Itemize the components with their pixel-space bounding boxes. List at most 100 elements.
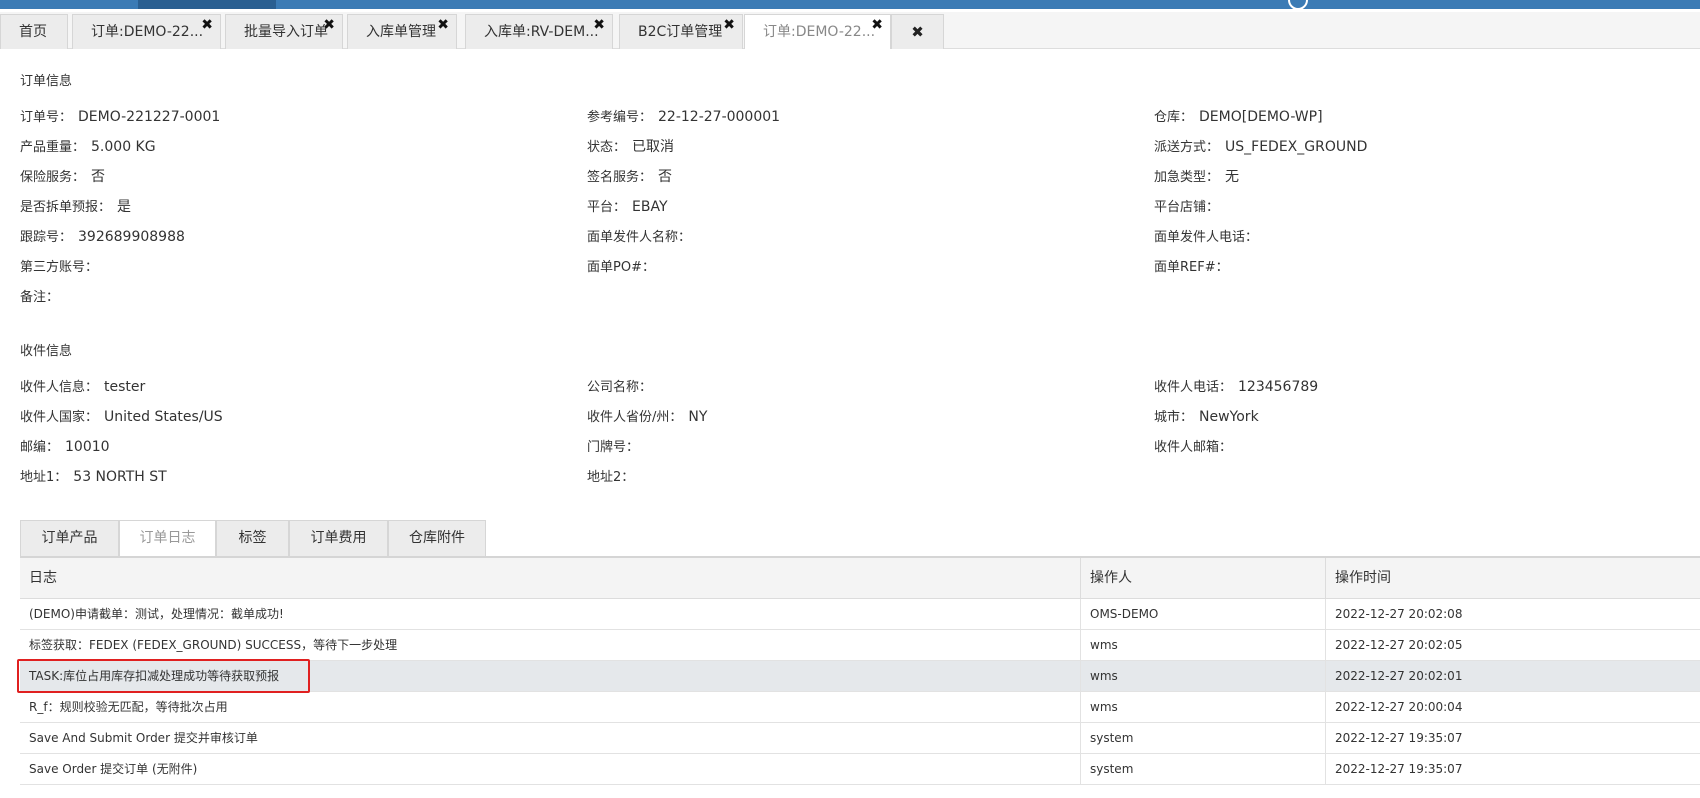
field-label-ref: 面单REF#： [1154, 256, 1235, 275]
field-label: 收件人省份/州： [587, 410, 683, 425]
tab-close-icon[interactable]: ✖ [437, 8, 449, 42]
column-header-log[interactable]: 日志 [20, 558, 1081, 599]
field-value: NewYork [1199, 409, 1259, 425]
field-label: 保险服务： [20, 170, 86, 185]
field-label: 收件人电话： [1154, 380, 1233, 395]
field-label: 城市： [1154, 410, 1194, 425]
field-platform-store: 平台店铺： [1154, 196, 1225, 215]
field-value: 否 [658, 169, 673, 185]
time-cell: 2022-12-27 20:00:04 [1335, 700, 1463, 714]
operator-cell: system [1081, 723, 1326, 754]
field-label: 收件人信息： [20, 380, 99, 395]
subtab-warehouse-attachments[interactable]: 仓库附件 [388, 520, 486, 556]
field-insurance-service: 保险服务： 否 [20, 166, 105, 186]
tab-inbound-rv-demo[interactable]: 入库单:RV-DEM... ✖ [465, 14, 613, 49]
subtab-labels[interactable]: 标签 [216, 520, 289, 556]
log-cell: Save And Submit Order 提交并审核订单 [20, 723, 1081, 754]
subtab-order-log[interactable]: 订单日志 [119, 520, 216, 556]
field-platform: 平台： EBAY [587, 196, 668, 215]
field-third-party-account: 第三方账号： [20, 256, 104, 275]
tab-label: 入库单管理 [366, 24, 436, 40]
field-value: NY [688, 409, 708, 425]
field-receiver-country: 收件人国家： United States/US [20, 406, 223, 425]
subtab-order-fees[interactable]: 订单费用 [289, 520, 388, 556]
user-avatar-icon[interactable] [1288, 0, 1308, 10]
field-product-weight: 产品重量： 5.000 KG [20, 136, 156, 155]
subtab-order-products[interactable]: 订单产品 [20, 520, 119, 556]
tab-inbound-management[interactable]: 入库单管理 ✖ [347, 14, 457, 49]
field-label-sender-name: 面单发件人名称： [587, 226, 697, 245]
field-label: 签名服务： [587, 170, 653, 185]
tab-order-demo-active[interactable]: 订单:DEMO-22... ✖ [744, 14, 891, 49]
field-value: 22-12-27-000001 [658, 109, 781, 125]
order-info-title: 订单信息 [20, 74, 73, 89]
field-value: 10010 [65, 439, 110, 455]
field-label: 面单REF#： [1154, 260, 1229, 275]
field-value: United States/US [104, 409, 223, 425]
field-value: EBAY [632, 199, 668, 215]
field-reference-number: 参考编号： 22-12-27-000001 [587, 106, 780, 125]
field-label: 产品重量： [20, 140, 86, 155]
tab-close-icon[interactable]: ✖ [201, 8, 213, 42]
table-row[interactable]: Save And Submit Order 提交并审核订单 system 202… [20, 723, 1700, 754]
field-value: 53 NORTH ST [73, 469, 167, 485]
tab-close-icon[interactable]: ✖ [871, 8, 883, 42]
tab-order-demo[interactable]: 订单:DEMO-22... ✖ [72, 14, 221, 49]
field-status: 状态： 已取消 [587, 136, 674, 156]
field-label: 派送方式： [1154, 140, 1220, 155]
field-label: 地址1： [20, 470, 68, 485]
table-row[interactable]: 标签获取：FEDEX (FEDEX_GROUND) SUCCESS，等待下一步处… [20, 630, 1700, 661]
field-value: 是 [117, 199, 132, 215]
field-signature-service: 签名服务： 否 [587, 166, 672, 186]
field-postal-code: 邮编： 10010 [20, 436, 110, 455]
field-label: 是否拆单预报： [20, 200, 112, 215]
table-row[interactable]: R_f：规则校验无匹配，等待批次占用 wms 2022-12-27 20:00:… [20, 692, 1700, 723]
tab-label: 订单:DEMO-22... [91, 24, 204, 40]
field-label-po: 面单PO#： [587, 256, 661, 275]
field-label: 状态： [587, 140, 627, 155]
table-row[interactable]: (DEMO)申请截单：测试，处理情况：截单成功! OMS-DEMO 2022-1… [20, 599, 1700, 630]
close-all-tabs-icon[interactable]: ✖ [891, 14, 944, 49]
field-label: 订单号： [20, 110, 73, 125]
field-label: 面单发件人名称： [587, 230, 692, 245]
log-cell: (DEMO)申请截单：测试，处理情况：截单成功! [20, 599, 1081, 630]
table-row-selected[interactable]: TASK:库位占用库存扣减处理成功等待获取预报 wms 2022-12-27 2… [20, 661, 1700, 692]
field-receiver-phone: 收件人电话： 123456789 [1154, 376, 1318, 395]
operator-cell: wms [1081, 630, 1326, 661]
tab-label: 首页 [19, 24, 47, 40]
field-label: 邮编： [20, 440, 60, 455]
field-company-name: 公司名称： [587, 376, 658, 395]
tab-label: 批量导入订单 [244, 24, 328, 40]
field-receiver-state: 收件人省份/州： NY [587, 406, 707, 425]
field-label: 门牌号： [587, 440, 640, 455]
field-split-forecast: 是否拆单预报： 是 [20, 196, 131, 216]
field-label: 第三方账号： [20, 260, 99, 275]
field-label: 仓库： [1154, 110, 1194, 125]
tab-b2c-order-management[interactable]: B2C订单管理 ✖ [619, 14, 743, 49]
tab-label: 入库单:RV-DEM... [484, 24, 599, 40]
field-order-number: 订单号： DEMO-221227-0001 [20, 106, 220, 125]
field-value: 已取消 [632, 139, 675, 155]
field-remarks: 备注： [20, 286, 65, 305]
field-rush-type: 加急类型： 无 [1154, 166, 1239, 186]
tab-close-icon[interactable]: ✖ [723, 8, 735, 42]
column-header-operator[interactable]: 操作人 [1081, 558, 1326, 599]
time-cell: 2022-12-27 19:35:07 [1335, 731, 1463, 745]
field-shipping-method: 派送方式： US_FEDEX_GROUND [1154, 136, 1367, 155]
field-value: 否 [91, 169, 106, 185]
field-label: 平台： [587, 200, 627, 215]
field-value: US_FEDEX_GROUND [1225, 139, 1368, 155]
page-tab-strip: 首页 订单:DEMO-22... ✖ 批量导入订单 ✖ 入库单管理 ✖ 入库单:RV-… [0, 12, 1700, 49]
field-house-number: 门牌号： [587, 436, 645, 455]
tab-close-icon[interactable]: ✖ [323, 8, 335, 42]
field-tracking-number: 跟踪号： 392689908988 [20, 226, 185, 245]
table-row[interactable]: Save Order 提交订单 (无附件) system 2022-12-27 … [20, 754, 1700, 785]
field-label: 面单发件人电话： [1154, 230, 1259, 245]
field-label: 公司名称： [587, 380, 653, 395]
tab-home[interactable]: 首页 [0, 14, 68, 49]
tab-close-icon[interactable]: ✖ [593, 8, 605, 42]
order-log-table: 日志 操作人 操作时间 (DEMO)申请截单：测试，处理情况：截单成功! OMS… [20, 556, 1700, 785]
column-header-time[interactable]: 操作时间 [1326, 558, 1700, 599]
tab-batch-import-orders[interactable]: 批量导入订单 ✖ [225, 14, 343, 49]
log-cell: R_f：规则校验无匹配，等待批次占用 [20, 692, 1081, 723]
